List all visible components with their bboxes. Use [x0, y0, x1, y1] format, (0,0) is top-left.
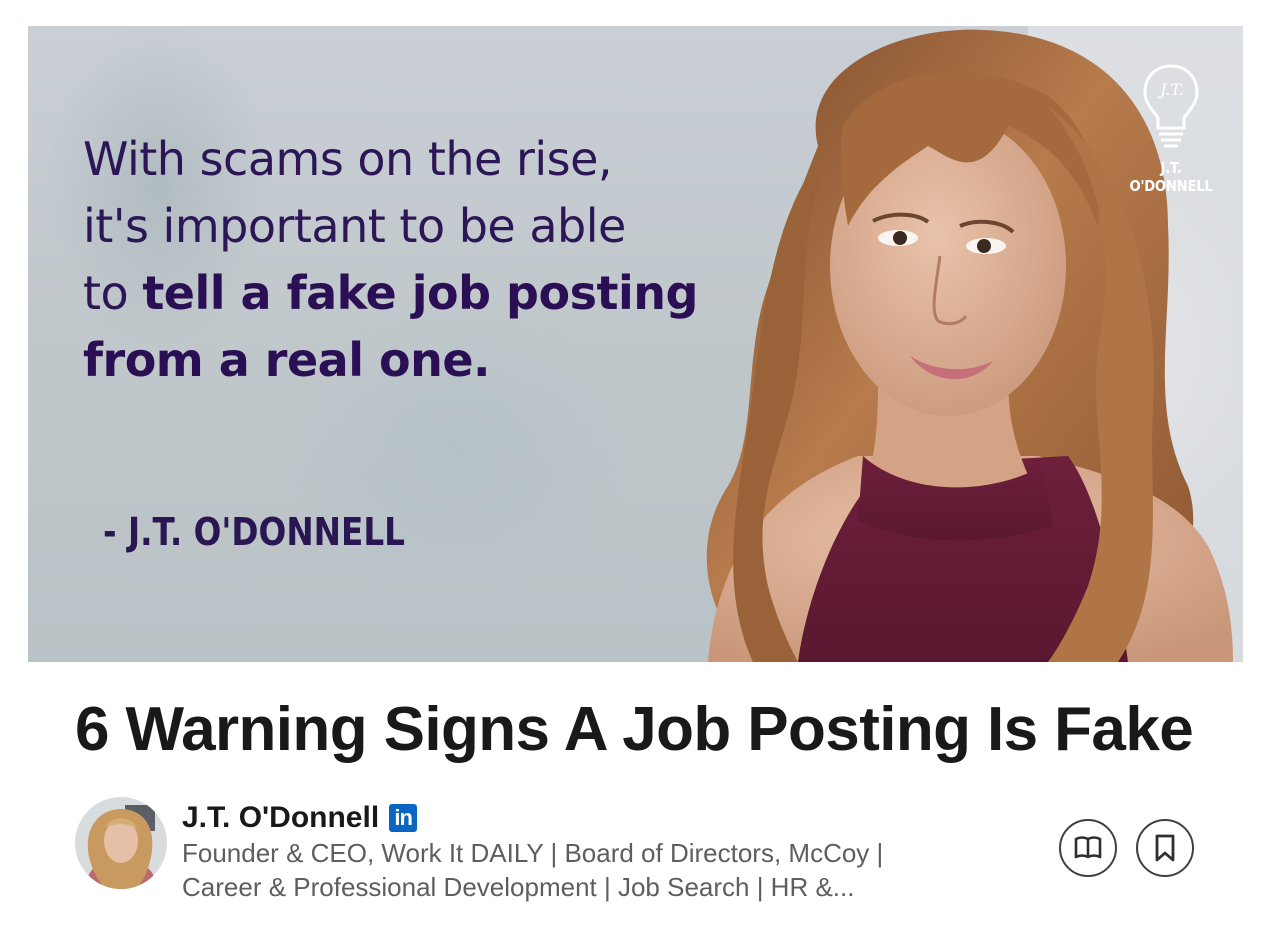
- linkedin-icon[interactable]: in: [389, 804, 418, 832]
- cover-quote-line: from a real one.: [83, 327, 683, 394]
- author-headline: Founder & CEO, Work It DAILY | Board of …: [182, 836, 942, 904]
- save-article-button[interactable]: [1136, 819, 1194, 877]
- author-headline-line: Career & Professional Development | Job …: [182, 872, 855, 902]
- article-cover-image: With scams on the rise, it's important t…: [28, 26, 1243, 662]
- open-book-icon: [1074, 836, 1102, 859]
- article-title: 6 Warning Signs A Job Posting Is Fake: [75, 695, 1194, 764]
- cover-quote-line: to tell a fake job posting: [83, 260, 698, 327]
- lightbulb-icon: J.T.: [1143, 64, 1199, 148]
- avatar-photo: [75, 797, 167, 889]
- cover-quote-line: With scams on the rise,: [83, 132, 613, 186]
- logo-wordmark: J.T. O'DONNELL: [1129, 159, 1213, 195]
- cover-quote-emphasis: tell a fake job posting: [142, 266, 698, 320]
- logo-initials: J.T.: [1157, 80, 1184, 99]
- cover-quote: With scams on the rise, it's important t…: [83, 126, 698, 394]
- cover-attribution: - J.T. O'DONNELL: [103, 510, 406, 554]
- cover-quote-emphasis: from a real one.: [83, 333, 491, 387]
- cover-quote-line: it's important to be able: [83, 199, 626, 253]
- bookmark-icon: [1155, 834, 1175, 862]
- author-name-row: J.T. O'Donnell in: [182, 798, 418, 838]
- author-avatar[interactable]: [75, 797, 167, 889]
- author-headline-line: Founder & CEO, Work It DAILY | Board of …: [182, 838, 884, 868]
- read-mode-button[interactable]: [1059, 819, 1117, 877]
- cover-quote-plain: to: [83, 266, 143, 320]
- brand-logo: J.T. J.T. O'DONNELL: [1121, 62, 1221, 195]
- author-name[interactable]: J.T. O'Donnell: [182, 801, 379, 835]
